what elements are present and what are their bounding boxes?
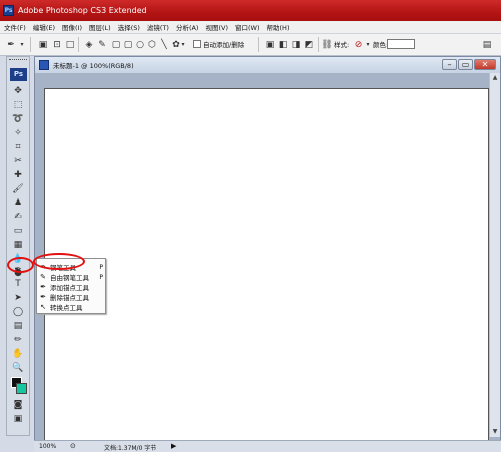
auto-add-delete-checkbox[interactable] (193, 40, 201, 48)
move-tool-icon[interactable]: ✥ (11, 85, 25, 97)
convert-point-icon: ↖ (40, 303, 46, 311)
menu-bar: 文件(F) 编辑(E) 图像(I) 图层(L) 选择(S) 滤镜(T) 分析(A… (0, 21, 501, 34)
shortcut-key: P (99, 273, 103, 281)
magic-wand-tool-icon[interactable]: ✧ (11, 127, 25, 139)
line-shape-icon[interactable]: ╲ (158, 38, 170, 51)
delete-anchor-point-icon: ✒ (40, 293, 46, 301)
brush-tool-icon[interactable]: 🖌 (11, 183, 25, 195)
menu-layer[interactable]: 图层(L) (89, 22, 111, 32)
menu-file[interactable]: 文件(F) (4, 22, 26, 32)
document-window: 未标题-1 @ 100%(RGB/8) – ▭ ✕ ▲ ▼ (34, 56, 501, 452)
background-color-swatch[interactable] (16, 383, 27, 394)
preset-dropdown-icon[interactable]: ▾ (18, 38, 26, 51)
auto-add-delete-label: 自动添加/删除 (203, 41, 245, 49)
ellipse-shape-icon[interactable]: ○ (134, 38, 146, 51)
workspace-icon[interactable]: ▤ (480, 38, 494, 51)
path-combine-icon[interactable]: ▣ (264, 38, 276, 51)
tools-panel: Ps ✥ ⬚ ➰ ✧ ⌗ ✂ ✚ 🖌 ♟ ✍ ▭ ▦ 💧 ● ✒ T ➤ ◯ ▤… (6, 56, 30, 436)
path-selection-tool-icon[interactable]: ➤ (11, 292, 25, 304)
style-label: 样式: (334, 41, 350, 49)
vertical-scrollbar[interactable]: ▲ ▼ (489, 73, 500, 437)
quick-mask-icon[interactable]: ◙ (11, 399, 25, 411)
flyout-item-label: 删除锚点工具 (50, 294, 89, 302)
path-exclude-icon[interactable]: ◩ (303, 38, 315, 51)
shape-tool-icon[interactable]: ◯ (11, 306, 25, 318)
status-menu-arrow-icon[interactable]: ▶ (171, 442, 176, 450)
color-swatch[interactable] (387, 39, 415, 49)
menu-window[interactable]: 窗口(W) (235, 22, 260, 32)
path-subtract-icon[interactable]: ◧ (277, 38, 289, 51)
photoshop-app-icon: Ps (3, 5, 14, 16)
menu-image[interactable]: 图像(I) (62, 22, 82, 32)
document-title-bar[interactable]: 未标题-1 @ 100%(RGB/8) – ▭ ✕ (35, 57, 500, 73)
title-bar: Ps Adobe Photoshop CS3 Extended (0, 0, 501, 21)
menu-select[interactable]: 选择(S) (118, 22, 140, 32)
eraser-tool-icon[interactable]: ▭ (11, 225, 25, 237)
menu-analysis[interactable]: 分析(A) (176, 22, 199, 32)
shortcut-key: P (99, 263, 103, 271)
add-anchor-point-icon: ✒ (40, 283, 46, 291)
link-layer-icon[interactable]: ⛓ (321, 38, 332, 51)
flyout-item-convert-point-tool[interactable]: ↖ 转换点工具 (39, 302, 105, 312)
document-icon (39, 60, 49, 70)
rounded-rectangle-shape-icon[interactable]: ▢ (122, 38, 134, 51)
freeform-pen-icon: ✎ (40, 273, 46, 281)
zoom-level[interactable]: 100% (39, 443, 56, 450)
style-none-icon[interactable]: ⊘ (352, 38, 365, 51)
lasso-tool-icon[interactable]: ➰ (11, 113, 25, 125)
path-intersect-icon[interactable]: ◨ (290, 38, 302, 51)
flyout-item-add-anchor-point-tool[interactable]: ✒ 添加锚点工具 (39, 282, 105, 292)
panel-grip[interactable] (9, 59, 27, 62)
flyout-item-label: 转换点工具 (50, 304, 83, 312)
rectangle-shape-icon[interactable]: ▢ (110, 38, 122, 51)
eyedropper-tool-icon[interactable]: ✏ (11, 334, 25, 346)
window-title: Adobe Photoshop CS3 Extended (18, 6, 147, 15)
pen-mode-icon[interactable]: ◈ (82, 38, 96, 51)
freeform-pen-mode-icon[interactable]: ✎ (96, 38, 108, 51)
type-tool-icon[interactable]: T (11, 278, 25, 290)
menu-edit[interactable]: 编辑(E) (33, 22, 55, 32)
crop-tool-icon[interactable]: ⌗ (11, 141, 25, 153)
flyout-item-freeform-pen-tool[interactable]: ✎ 自由钢笔工具 P (39, 272, 105, 282)
pen-tool-preset-icon[interactable]: ✒ (4, 38, 18, 51)
annotation-oval-pen-tool-button (7, 257, 34, 273)
fill-pixels-icon[interactable]: □ (64, 38, 76, 51)
flyout-item-label: 添加锚点工具 (50, 284, 89, 292)
clone-stamp-tool-icon[interactable]: ♟ (11, 197, 25, 209)
document-info: 文档:1.37M/0 字节 (104, 445, 157, 452)
menu-filter[interactable]: 滤镜(T) (147, 22, 169, 32)
zoom-slider-icon[interactable]: ⊙ (70, 442, 76, 450)
document-canvas[interactable] (44, 88, 489, 452)
healing-brush-tool-icon[interactable]: ✚ (11, 169, 25, 181)
hand-tool-icon[interactable]: ✋ (11, 348, 25, 360)
marquee-tool-icon[interactable]: ⬚ (11, 99, 25, 111)
history-brush-tool-icon[interactable]: ✍ (11, 211, 25, 223)
geometry-options-dropdown-icon[interactable]: ▾ (180, 38, 186, 51)
slice-tool-icon[interactable]: ✂ (11, 155, 25, 167)
paths-icon[interactable]: ⊡ (50, 38, 64, 51)
notes-tool-icon[interactable]: ▤ (11, 320, 25, 332)
menu-help[interactable]: 帮助(H) (267, 22, 290, 32)
zoom-tool-icon[interactable]: 🔍 (11, 362, 25, 374)
flyout-item-delete-anchor-point-tool[interactable]: ✒ 删除锚点工具 (39, 292, 105, 302)
photoshop-logo: Ps (10, 68, 27, 81)
style-dropdown-icon[interactable]: ▾ (365, 38, 371, 51)
window-controls: – ▭ ✕ (441, 59, 496, 70)
annotation-oval-pen-tool-item (33, 253, 85, 270)
polygon-shape-icon[interactable]: ⬡ (146, 38, 158, 51)
flyout-item-label: 自由钢笔工具 (50, 274, 89, 282)
scroll-up-icon[interactable]: ▲ (491, 74, 499, 82)
close-button[interactable]: ✕ (474, 59, 496, 70)
document-title: 未标题-1 @ 100%(RGB/8) (53, 62, 134, 70)
scroll-down-icon[interactable]: ▼ (491, 428, 499, 436)
color-label: 颜色: (373, 41, 389, 49)
status-bar: 100% ⊙ 文档:1.37M/0 字节 ▶ (34, 440, 501, 452)
screen-mode-icon[interactable]: ▣ (11, 413, 25, 425)
maximize-button[interactable]: ▭ (458, 59, 473, 70)
options-bar: ✒ ▾ ▣ ⊡ □ ◈ ✎ ▢ ▢ ○ ⬡ ╲ ✿ ▾ 自动添加/删除 ▣ ◧ … (0, 34, 501, 56)
minimize-button[interactable]: – (442, 59, 457, 70)
menu-view[interactable]: 视图(V) (205, 22, 228, 32)
shape-layers-icon[interactable]: ▣ (36, 38, 50, 51)
gradient-tool-icon[interactable]: ▦ (11, 239, 25, 251)
